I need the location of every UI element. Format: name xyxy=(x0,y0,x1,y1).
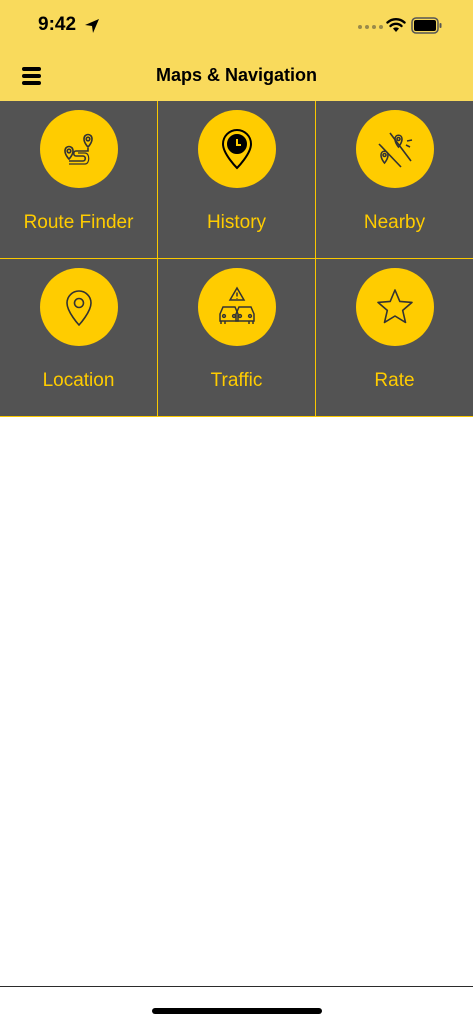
location-pin-icon xyxy=(66,290,92,327)
tile-label: Nearby xyxy=(363,212,426,233)
battery-icon xyxy=(411,17,442,34)
tile-label: Traffic xyxy=(210,370,263,391)
nearby-icon-circle xyxy=(356,110,434,188)
feature-grid: Route Finder History Nearby Location Tra… xyxy=(0,101,473,417)
location-arrow-icon xyxy=(85,19,99,33)
traffic-icon-circle xyxy=(198,268,276,346)
tile-label: Route Finder xyxy=(23,212,134,233)
tile-label: Location xyxy=(42,370,115,391)
page-title: Maps & Navigation xyxy=(155,65,318,85)
status-time: 9:42 xyxy=(38,14,77,35)
star-icon xyxy=(377,289,413,324)
tile-route-finder[interactable]: Route Finder xyxy=(0,101,157,258)
traffic-icon xyxy=(219,286,255,324)
location-icon-circle xyxy=(40,268,118,346)
signal-dots-icon xyxy=(358,25,383,29)
tile-label: History xyxy=(206,212,267,233)
tile-location[interactable]: Location xyxy=(0,259,157,416)
rate-icon-circle xyxy=(356,268,434,346)
history-icon-circle xyxy=(198,110,276,188)
tile-label: Rate xyxy=(374,370,415,391)
history-pin-icon xyxy=(221,129,253,170)
header-bar: 9:42 Maps & Navigation xyxy=(0,0,473,101)
tile-rate[interactable]: Rate xyxy=(316,259,473,416)
route-icon xyxy=(64,133,93,165)
wifi-icon xyxy=(386,18,406,32)
bottom-divider xyxy=(0,986,473,987)
tile-traffic[interactable]: Traffic xyxy=(158,259,315,416)
route-icon-circle xyxy=(40,110,118,188)
tile-history[interactable]: History xyxy=(158,101,315,258)
tile-nearby[interactable]: Nearby xyxy=(316,101,473,258)
home-indicator[interactable] xyxy=(152,1008,322,1014)
app-screen: 9:42 Maps & Navigation Route Finder Hist… xyxy=(0,0,473,1024)
nearby-icon xyxy=(378,132,413,168)
